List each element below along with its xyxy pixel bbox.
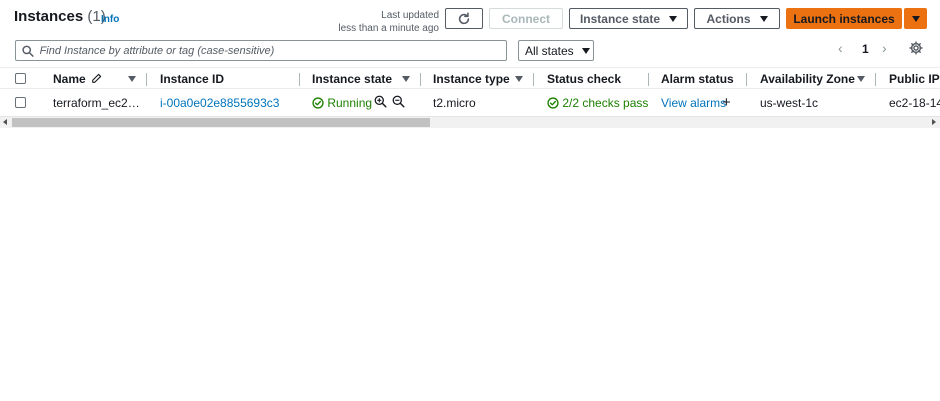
public-ipv4-dns: ec2-18-144 (889, 96, 940, 110)
scroll-left-arrow-icon[interactable] (3, 119, 7, 125)
check-circle-icon (312, 97, 324, 109)
actions-button[interactable]: Actions (694, 8, 780, 29)
check-circle-icon (547, 97, 559, 109)
current-page[interactable]: 1 (862, 42, 869, 56)
sort-icon[interactable] (515, 76, 523, 82)
status-check-text: 2/2 checks passed (562, 96, 648, 110)
launch-options-dropdown[interactable] (904, 8, 927, 29)
column-header-name[interactable]: Name (53, 72, 102, 86)
actions-button-label: Actions (706, 11, 751, 26)
column-header-status-check[interactable]: Status check (547, 72, 621, 86)
column-divider[interactable] (146, 73, 147, 86)
scrollbar-thumb[interactable] (12, 118, 430, 127)
availability-zone: us-west-1c (760, 96, 819, 110)
column-header-instance-state[interactable]: Instance state (312, 72, 392, 86)
instance-name: terraform_ec2… (53, 96, 140, 110)
page-title: Instances (1) (14, 8, 106, 25)
search-input[interactable] (39, 44, 506, 57)
plus-icon: + (722, 94, 731, 111)
sort-icon[interactable] (857, 76, 865, 82)
instance-state-button-label: Instance state (579, 11, 661, 26)
pencil-icon (92, 73, 102, 83)
settings-button[interactable] (909, 41, 923, 58)
view-alarms-link[interactable]: View alarms (661, 96, 726, 110)
previous-page-button[interactable]: ‹ (838, 40, 843, 56)
page-title-text: Instances (14, 8, 84, 25)
sort-icon[interactable] (128, 76, 136, 82)
instance-state-button[interactable]: Instance state (569, 8, 688, 29)
column-header-instance-type[interactable]: Instance type (433, 72, 510, 86)
connect-button[interactable]: Connect (489, 8, 563, 29)
zoom-in-icon (374, 95, 387, 108)
instance-id-link[interactable]: i-00a0e02e8855693c3 (160, 96, 279, 110)
scroll-right-arrow-icon[interactable] (932, 119, 936, 125)
refresh-button[interactable] (445, 8, 483, 29)
zoom-in-button[interactable] (374, 95, 387, 111)
table-row[interactable]: terraform_ec2… i-00a0e02e8855693c3 Runni… (0, 90, 940, 116)
add-alarm-button[interactable]: + (722, 94, 731, 111)
state-filter-select[interactable]: All states (518, 40, 594, 61)
launch-instances-button[interactable]: Launch instances (786, 8, 902, 29)
column-header-instance-id[interactable]: Instance ID (160, 72, 224, 86)
column-header-alarm-status[interactable]: Alarm status (661, 72, 734, 86)
state-filter-value: All states (525, 43, 574, 58)
column-divider[interactable] (875, 73, 876, 86)
select-all-checkbox[interactable] (15, 73, 26, 84)
status-check-cell: 2/2 checks passed (547, 96, 648, 110)
table-header: Name Instance ID Instance state Instance… (0, 67, 940, 89)
column-divider[interactable] (533, 73, 534, 86)
sort-icon[interactable] (402, 76, 410, 82)
row-checkbox[interactable] (15, 97, 26, 108)
gear-icon (909, 41, 923, 55)
zoom-out-button[interactable] (392, 95, 405, 111)
column-name-label: Name (53, 72, 86, 86)
instance-state-text: Running (327, 96, 373, 110)
next-page-button[interactable]: › (882, 40, 887, 56)
caret-down-icon (911, 15, 920, 22)
search-box[interactable] (15, 40, 507, 61)
caret-down-icon (581, 47, 590, 54)
last-updated-label: Last updated (381, 10, 439, 21)
refresh-icon (458, 12, 470, 24)
instance-type: t2.micro (433, 96, 476, 110)
caret-down-icon (759, 15, 768, 22)
column-header-availability-zone[interactable]: Availability Zone (760, 72, 855, 86)
column-divider[interactable] (746, 73, 747, 86)
search-icon (22, 45, 34, 57)
last-updated-value: less than a minute ago (338, 23, 439, 34)
column-divider[interactable] (648, 73, 649, 86)
caret-down-icon (669, 15, 678, 22)
column-divider[interactable] (420, 73, 421, 86)
column-header-public-ipv4[interactable]: Public IPv4 (889, 72, 940, 86)
instance-state-cell: Running (312, 96, 372, 110)
info-link[interactable]: Info (101, 14, 119, 25)
column-divider[interactable] (299, 73, 300, 86)
last-updated: Last updated less than a minute ago (338, 9, 439, 35)
zoom-out-icon (392, 95, 405, 108)
